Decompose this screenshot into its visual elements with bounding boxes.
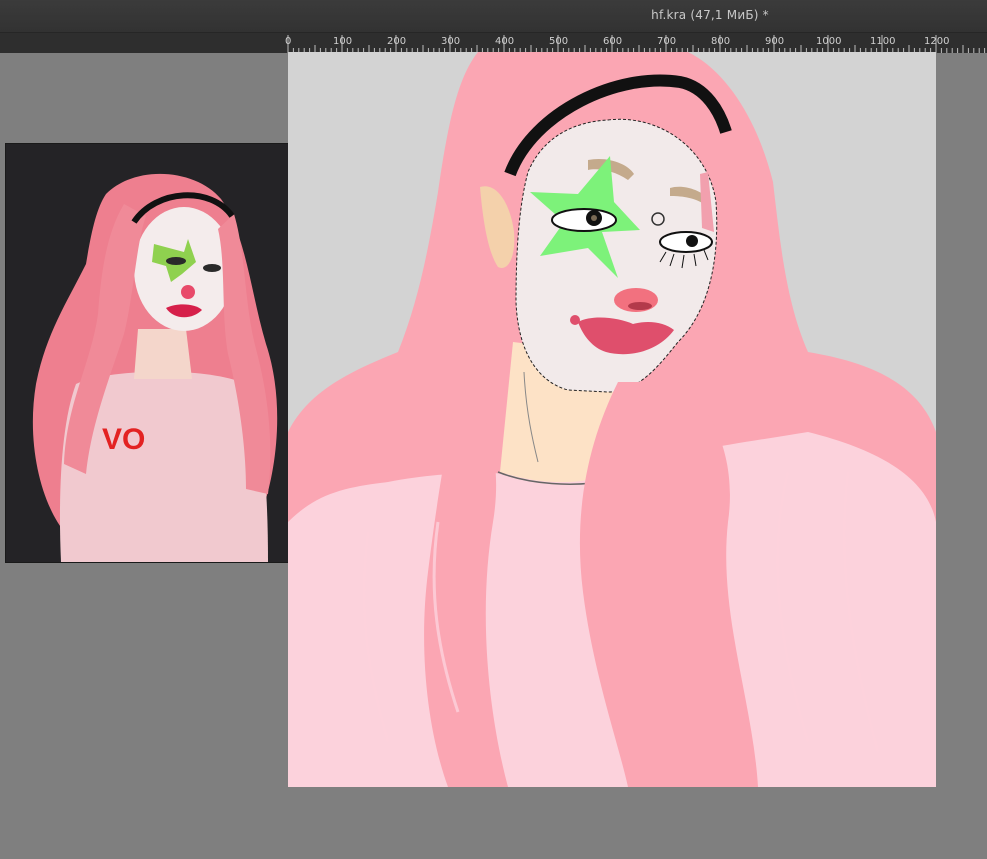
ruler-label: 200 <box>387 36 406 47</box>
reference-photo[interactable]: VO <box>5 143 303 563</box>
nose-shadow <box>628 302 652 310</box>
ruler-label: 800 <box>711 36 730 47</box>
ruler-label: 500 <box>549 36 568 47</box>
photo-nose <box>181 285 195 299</box>
document-title: hf.kra (47,1 МиБ) * <box>651 8 769 22</box>
artwork <box>288 52 936 787</box>
ruler-label: 1200 <box>924 36 949 47</box>
dimple-right <box>658 326 668 336</box>
ruler-label: 1100 <box>870 36 895 47</box>
ruler-label: 100 <box>333 36 352 47</box>
drawing-canvas[interactable] <box>288 52 936 787</box>
horizontal-ruler[interactable]: 0 100 200 300 400 500 600 700 800 900 10… <box>0 32 987 53</box>
pupil-right <box>686 235 698 247</box>
dimple-left <box>570 315 580 325</box>
ruler-label: 1000 <box>816 36 841 47</box>
ruler-label: 900 <box>765 36 784 47</box>
photo-eye-right <box>203 264 221 272</box>
ruler-label: 700 <box>657 36 676 47</box>
ruler-label: 600 <box>603 36 622 47</box>
iris-left <box>591 215 597 221</box>
ruler-label: 400 <box>495 36 514 47</box>
ruler-scale: 0 100 200 300 400 500 600 700 800 900 10… <box>285 35 986 53</box>
reference-image: VO <box>6 144 302 562</box>
eye-left <box>551 208 617 232</box>
sweater-text: VO <box>102 423 145 456</box>
photo-eye-left <box>166 257 186 265</box>
ruler-label: 300 <box>441 36 460 47</box>
photo-neck <box>134 329 192 379</box>
ruler-label: 0 <box>285 36 291 47</box>
eye-right <box>659 231 713 253</box>
title-bar: hf.kra (47,1 МиБ) * <box>0 0 987 32</box>
